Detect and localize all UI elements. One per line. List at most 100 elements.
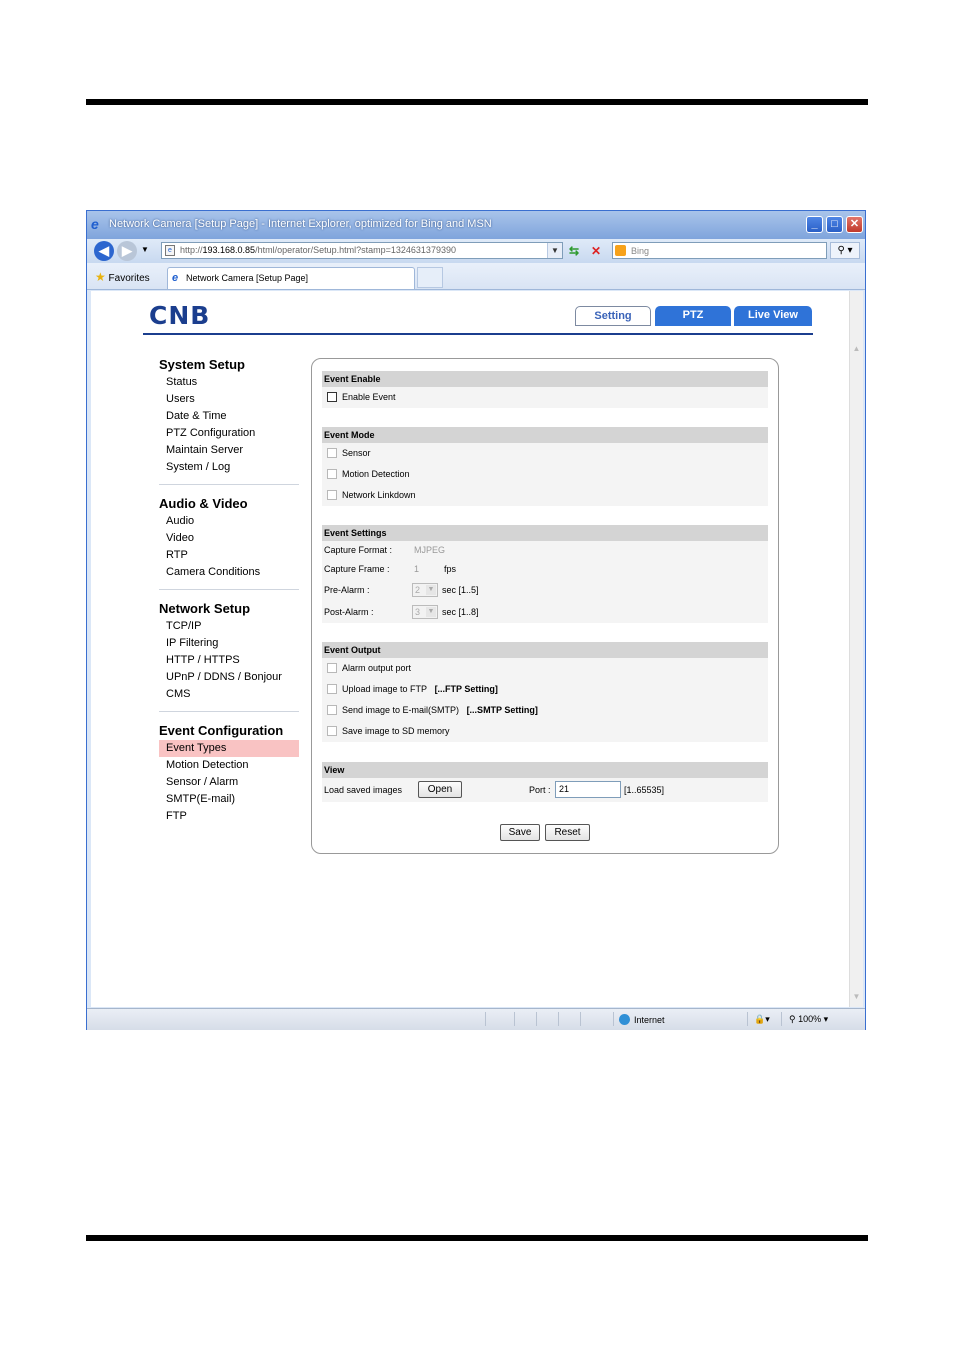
- sensor-checkbox[interactable]: [327, 448, 337, 458]
- save-sd-checkbox[interactable]: [327, 726, 337, 736]
- sidebar-item-users[interactable]: Users: [159, 391, 299, 408]
- favorites-bar: ★ Favorites e Network Camera [Setup Page…: [87, 263, 865, 290]
- forward-button[interactable]: ▶: [117, 241, 137, 261]
- section-header: Event Settings: [322, 525, 768, 541]
- alarm-output-label: Alarm output port: [342, 663, 412, 673]
- tab-title: Network Camera [Setup Page]: [186, 273, 309, 283]
- sidebar: System Setup Status Users Date & Time PT…: [159, 356, 299, 825]
- address-dropdown-icon[interactable]: ▼: [547, 243, 562, 258]
- sidebar-item-video[interactable]: Video: [159, 530, 299, 547]
- browser-window: e Network Camera [Setup Page] - Internet…: [86, 210, 866, 1030]
- sidebar-item-ptz-configuration[interactable]: PTZ Configuration: [159, 425, 299, 442]
- pre-alarm-select[interactable]: 2 ▼: [412, 583, 438, 597]
- sidebar-item-status[interactable]: Status: [159, 374, 299, 391]
- minimize-button[interactable]: _: [806, 216, 823, 233]
- sidebar-item-http-https[interactable]: HTTP / HTTPS: [159, 652, 299, 669]
- browser-tab[interactable]: e Network Camera [Setup Page]: [167, 267, 415, 289]
- sidebar-item-date-time[interactable]: Date & Time: [159, 408, 299, 425]
- window-title: Network Camera [Setup Page] - Internet E…: [109, 218, 492, 230]
- sidebar-item-cms[interactable]: CMS: [159, 686, 299, 703]
- smtp-setting-link[interactable]: [...SMTP Setting]: [467, 705, 538, 715]
- search-placeholder: Bing: [631, 246, 650, 256]
- sidebar-item-system-log[interactable]: System / Log: [159, 459, 299, 476]
- sidebar-heading-audio-video: Audio & Video: [159, 496, 248, 511]
- view-section: View Load saved images Open Port : 21 [1…: [322, 762, 768, 802]
- cnb-logo: CNB: [149, 301, 211, 330]
- new-tab-button[interactable]: [417, 267, 443, 288]
- capture-frame-value: 1: [414, 564, 420, 574]
- sidebar-item-event-types[interactable]: Event Types: [159, 740, 299, 757]
- enable-event-label: Enable Event: [342, 392, 396, 402]
- sidebar-heading-system-setup: System Setup: [159, 357, 245, 372]
- upload-ftp-checkbox[interactable]: [327, 684, 337, 694]
- network-linkdown-checkbox[interactable]: [327, 490, 337, 500]
- event-types-panel: Event Enable Enable Event Event Mode Sen…: [311, 358, 779, 854]
- bottom-rule: [86, 1235, 868, 1241]
- port-input[interactable]: 21: [555, 781, 621, 798]
- sidebar-item-motion-detection[interactable]: Motion Detection: [159, 757, 299, 774]
- protected-mode-icon[interactable]: 🔒▾: [754, 1014, 770, 1025]
- sidebar-divider: [159, 484, 299, 485]
- address-bar[interactable]: e http://193.168.0.85/html/operator/Setu…: [161, 242, 563, 259]
- search-input[interactable]: Bing: [612, 242, 827, 259]
- history-dropdown-icon[interactable]: ▼: [141, 245, 149, 254]
- sidebar-item-smtp-email[interactable]: SMTP(E-mail): [159, 791, 299, 808]
- back-button[interactable]: ◀: [94, 241, 114, 261]
- event-mode-section: Event Mode Sensor Motion Detection Netwo…: [322, 427, 768, 506]
- maximize-button[interactable]: □: [826, 216, 843, 233]
- vertical-scrollbar[interactable]: ▲ ▼: [849, 291, 863, 1007]
- capture-format-label: Capture Format :: [324, 545, 393, 555]
- capture-format-value: MJPEG: [414, 545, 446, 555]
- enable-event-checkbox[interactable]: [327, 392, 337, 402]
- refresh-icon[interactable]: ⇆: [566, 243, 582, 259]
- chevron-down-icon: ▼: [426, 585, 436, 595]
- ftp-setting-link[interactable]: [...FTP Setting]: [435, 684, 498, 694]
- sidebar-item-maintain-server[interactable]: Maintain Server: [159, 442, 299, 459]
- sidebar-item-audio[interactable]: Audio: [159, 513, 299, 530]
- save-button[interactable]: Save: [500, 824, 540, 841]
- capture-frame-unit: fps: [444, 564, 457, 574]
- tab-live-view[interactable]: Live View: [734, 306, 812, 326]
- upload-ftp-label: Upload image to FTP [...FTP Setting]: [342, 684, 498, 694]
- section-header: Event Mode: [322, 427, 768, 443]
- post-alarm-select[interactable]: 3 ▼: [412, 605, 438, 619]
- sensor-label: Sensor: [342, 448, 371, 458]
- tab-setting[interactable]: Setting: [575, 306, 651, 326]
- zoom-level[interactable]: ⚲ 100% ▾: [789, 1014, 828, 1025]
- send-email-checkbox[interactable]: [327, 705, 337, 715]
- bing-icon: [615, 245, 626, 256]
- status-bar: Internet 🔒▾ ⚲ 100% ▾: [87, 1008, 865, 1030]
- chevron-down-icon: ▼: [426, 607, 436, 617]
- save-sd-label: Save image to SD memory: [342, 726, 450, 736]
- search-button[interactable]: ⚲ ▾: [830, 242, 860, 259]
- pre-alarm-label: Pre-Alarm :: [324, 585, 370, 595]
- section-header: Event Output: [322, 642, 768, 658]
- stop-icon[interactable]: ✕: [588, 243, 604, 259]
- scroll-down-icon[interactable]: ▼: [851, 991, 862, 1003]
- sidebar-item-rtp[interactable]: RTP: [159, 547, 299, 564]
- ie-icon: e: [91, 216, 99, 232]
- favorites-button[interactable]: ★ Favorites: [95, 270, 150, 284]
- alarm-output-checkbox[interactable]: [327, 663, 337, 673]
- scroll-up-icon[interactable]: ▲: [851, 343, 862, 355]
- event-output-section: Event Output Alarm output port Upload im…: [322, 642, 768, 742]
- send-email-label: Send image to E-mail(SMTP) [...SMTP Sett…: [342, 705, 538, 715]
- event-settings-section: Event Settings Capture Format : MJPEG Ca…: [322, 525, 768, 623]
- sidebar-item-ftp[interactable]: FTP: [159, 808, 299, 825]
- sidebar-item-ip-filtering[interactable]: IP Filtering: [159, 635, 299, 652]
- title-bar: e Network Camera [Setup Page] - Internet…: [87, 211, 865, 239]
- close-button[interactable]: ✕: [846, 216, 863, 233]
- open-button[interactable]: Open: [418, 781, 462, 798]
- page-icon: e: [165, 245, 175, 256]
- sidebar-item-tcp-ip[interactable]: TCP/IP: [159, 618, 299, 635]
- tab-ptz[interactable]: PTZ: [655, 306, 731, 326]
- top-rule: [86, 99, 868, 105]
- page-content: CNB Setting PTZ Live View System Setup S…: [91, 291, 849, 1007]
- sidebar-item-camera-conditions[interactable]: Camera Conditions: [159, 564, 299, 581]
- motion-detection-checkbox[interactable]: [327, 469, 337, 479]
- navigation-bar: ◀ ▶ ▼ e http://193.168.0.85/html/operato…: [87, 239, 865, 263]
- sidebar-item-sensor-alarm[interactable]: Sensor / Alarm: [159, 774, 299, 791]
- sidebar-item-upnp-ddns-bonjour[interactable]: UPnP / DDNS / Bonjour: [159, 669, 299, 686]
- sidebar-heading-event-configuration: Event Configuration: [159, 723, 284, 738]
- reset-button[interactable]: Reset: [545, 824, 590, 841]
